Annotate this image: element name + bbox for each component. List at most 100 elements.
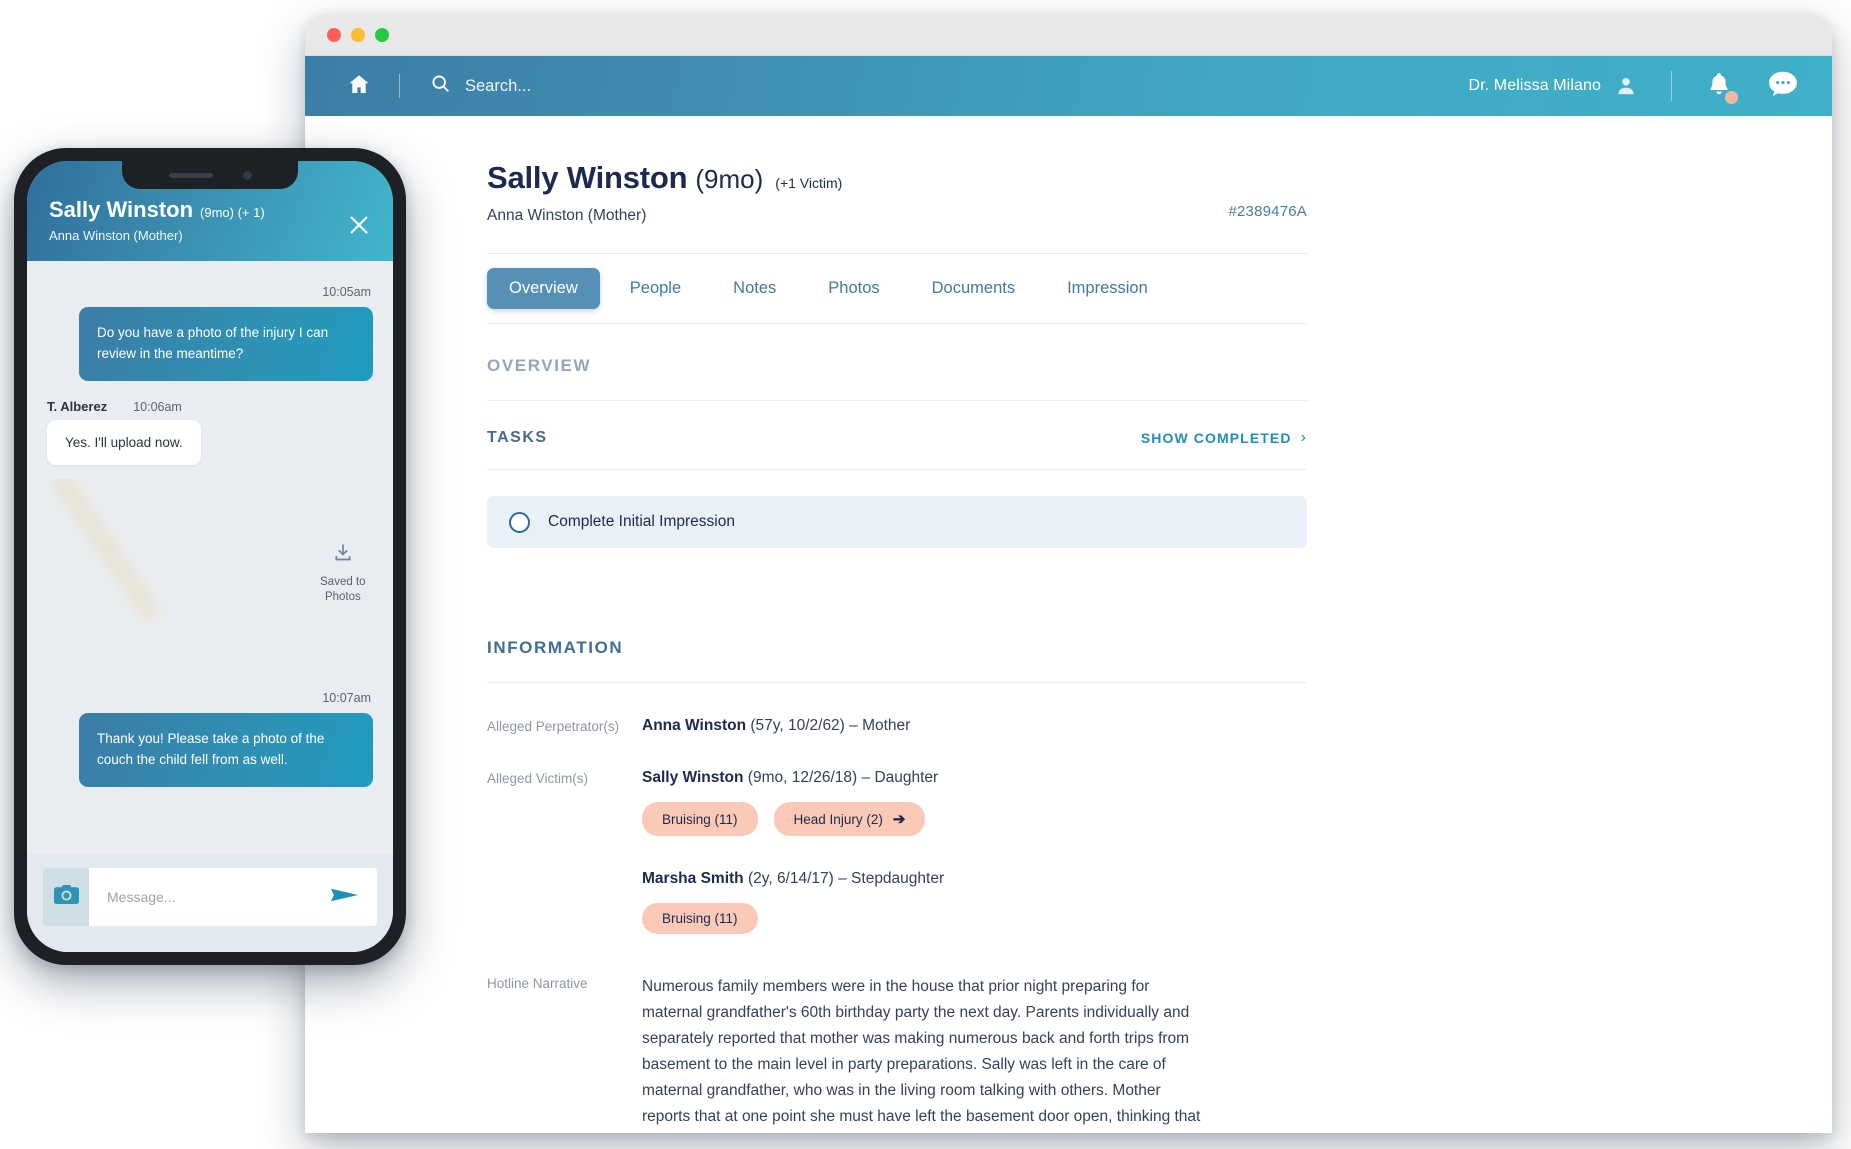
tab-photos[interactable]: Photos bbox=[806, 268, 901, 309]
arrow-right-icon: ➔ bbox=[892, 811, 906, 828]
current-user-name: Dr. Melissa Milano bbox=[1468, 77, 1601, 94]
victim-injury-chips: Bruising (11) Head Injury (2) ➔ bbox=[642, 802, 944, 836]
send-button[interactable] bbox=[330, 884, 359, 911]
message-input[interactable] bbox=[107, 889, 330, 905]
page-title: Sally Winston (9mo) (+1 Victim) bbox=[487, 160, 1307, 196]
tab-overview[interactable]: Overview bbox=[487, 268, 600, 309]
info-row-narrative: Hotline Narrative Numerous family member… bbox=[487, 974, 1307, 1133]
perpetrator-name: Anna Winston bbox=[642, 717, 747, 734]
search-icon bbox=[430, 73, 451, 99]
victims-label: Alleged Victim(s) bbox=[487, 771, 589, 786]
chat-attachment-row: Saved to Photos bbox=[47, 479, 373, 669]
chat-composer bbox=[27, 854, 393, 952]
tab-bar: Overview People Notes Photos Documents I… bbox=[487, 253, 1307, 324]
notification-badge bbox=[1725, 91, 1738, 104]
victim-line: Sally Winston (9mo, 12/26/18) – Daughter bbox=[642, 769, 944, 787]
tasks-header-row: TASKS SHOW COMPLETED › bbox=[487, 401, 1307, 470]
screenshot-root: Dr. Melissa Milano bbox=[0, 0, 1851, 1149]
victim-line: Marsha Smith (2y, 6/14/17) – Stepdaughte… bbox=[642, 870, 944, 888]
case-extra-victims: (+1 Victim) bbox=[775, 175, 843, 191]
show-completed-button[interactable]: SHOW COMPLETED › bbox=[1141, 429, 1307, 447]
task-checkbox[interactable] bbox=[509, 511, 530, 533]
task-item[interactable]: Complete Initial Impression bbox=[487, 496, 1307, 548]
chat-subtitle: Anna Winston (Mother) bbox=[49, 228, 183, 243]
case-id: #2389476A bbox=[1228, 203, 1307, 220]
phone-speaker bbox=[168, 172, 213, 178]
message-sender-row: T. Alberez 10:06am bbox=[47, 399, 373, 414]
messages-button[interactable] bbox=[1768, 70, 1798, 102]
phone-notch bbox=[122, 161, 298, 189]
message-field[interactable] bbox=[89, 868, 377, 926]
chip-bruising[interactable]: Bruising (11) bbox=[642, 903, 758, 934]
chat-subject-meta: (9mo) (+ 1) bbox=[200, 205, 265, 220]
perpetrator-detail: (57y, 10/2/62) – Mother bbox=[746, 717, 911, 734]
window-maximize-button[interactable] bbox=[375, 27, 389, 42]
victims-value: Sally Winston (9mo, 12/26/18) – Daughter… bbox=[642, 769, 944, 934]
saved-to-photos-label: Saved to Photos bbox=[320, 575, 366, 604]
chat-message-incoming: Yes. I'll upload now. bbox=[47, 419, 201, 465]
case-subject-age: (9mo) bbox=[695, 164, 764, 194]
search-input[interactable] bbox=[465, 76, 805, 96]
tab-impression[interactable]: Impression bbox=[1045, 268, 1170, 309]
camera-button[interactable] bbox=[43, 868, 89, 926]
chip-label: Bruising (11) bbox=[662, 811, 738, 827]
camera-icon bbox=[53, 884, 79, 910]
victim-entry: Sally Winston (9mo, 12/26/18) – Daughter… bbox=[642, 769, 944, 836]
phone-camera-icon bbox=[242, 170, 252, 180]
tab-people[interactable]: People bbox=[608, 268, 703, 309]
chip-label: Head Injury (2) bbox=[793, 811, 883, 827]
header-divider-2 bbox=[1671, 71, 1672, 101]
saved-to-photos-action[interactable]: Saved to Photos bbox=[313, 542, 373, 606]
message-timestamp: 10:05am bbox=[322, 285, 371, 299]
message-timestamp: 10:06am bbox=[133, 399, 182, 414]
chip-bruising[interactable]: Bruising (11) bbox=[642, 802, 758, 836]
person-icon[interactable] bbox=[1615, 75, 1637, 97]
chip-label: Bruising (11) bbox=[662, 911, 738, 926]
narrative-label: Hotline Narrative bbox=[487, 976, 588, 991]
tab-list: Overview People Notes Photos Documents I… bbox=[487, 254, 1307, 323]
task-label: Complete Initial Impression bbox=[548, 513, 735, 530]
home-icon bbox=[346, 72, 372, 101]
header-right-cluster: Dr. Melissa Milano bbox=[1468, 70, 1798, 104]
show-completed-label: SHOW COMPLETED bbox=[1140, 430, 1292, 446]
chat-bubble-icon bbox=[1769, 71, 1797, 96]
tab-notes[interactable]: Notes bbox=[711, 268, 798, 309]
header-divider bbox=[399, 74, 400, 98]
chip-head-injury[interactable]: Head Injury (2) ➔ bbox=[773, 802, 926, 836]
information-section-heading: INFORMATION bbox=[487, 606, 1307, 683]
phone-screen: Sally Winston (9mo) (+ 1) Anna Winston (… bbox=[27, 161, 393, 952]
info-row-perpetrator: Alleged Perpetrator(s) Anna Winston (57y… bbox=[487, 717, 1307, 735]
page-body: Sally Winston (9mo) (+1 Victim) Anna Win… bbox=[305, 116, 1832, 1133]
tab-documents[interactable]: Documents bbox=[910, 268, 1037, 309]
victim-entry: Marsha Smith (2y, 6/14/17) – Stepdaughte… bbox=[642, 870, 944, 934]
close-icon[interactable] bbox=[347, 213, 371, 237]
chat-thread[interactable]: 10:05am Do you have a photo of the injur… bbox=[27, 261, 393, 854]
chat-title: Sally Winston (9mo) (+ 1) bbox=[49, 197, 371, 223]
overview-section-heading: OVERVIEW bbox=[487, 324, 1307, 401]
perpetrator-value: Anna Winston (57y, 10/2/62) – Mother bbox=[642, 717, 910, 735]
download-icon bbox=[313, 542, 373, 568]
chat-message-outgoing: Do you have a photo of the injury I can … bbox=[79, 307, 373, 381]
app-header-bar: Dr. Melissa Milano bbox=[305, 56, 1832, 116]
victim-name: Marsha Smith bbox=[642, 870, 744, 887]
send-icon bbox=[330, 884, 359, 911]
narrative-text: Numerous family members were in the hous… bbox=[642, 978, 1201, 1126]
victim-detail: (9mo, 12/26/18) – Daughter bbox=[743, 769, 939, 786]
message-sender-name: T. Alberez bbox=[47, 398, 108, 414]
attachment-photo[interactable] bbox=[47, 479, 297, 669]
victim-injury-chips: Bruising (11) bbox=[642, 903, 944, 934]
search-area[interactable] bbox=[430, 73, 805, 99]
window-minimize-button[interactable] bbox=[351, 27, 365, 42]
notifications-button[interactable] bbox=[1706, 70, 1738, 104]
perpetrator-label: Alleged Perpetrator(s) bbox=[487, 719, 620, 734]
chat-message-outgoing: Thank you! Please take a photo of the co… bbox=[79, 712, 373, 787]
victim-name: Sally Winston bbox=[642, 769, 744, 786]
chevron-right-icon: › bbox=[1300, 429, 1307, 446]
home-button[interactable] bbox=[329, 72, 389, 101]
window-close-button[interactable] bbox=[327, 27, 341, 42]
information-section: INFORMATION Alleged Perpetrator(s) Anna … bbox=[487, 606, 1307, 1133]
info-row-victims: Alleged Victim(s) Sally Winston (9mo, 12… bbox=[487, 769, 1307, 934]
browser-window: Dr. Melissa Milano bbox=[305, 14, 1832, 1133]
victim-detail: (2y, 6/14/17) – Stepdaughter bbox=[743, 870, 945, 887]
window-titlebar bbox=[305, 14, 1832, 56]
